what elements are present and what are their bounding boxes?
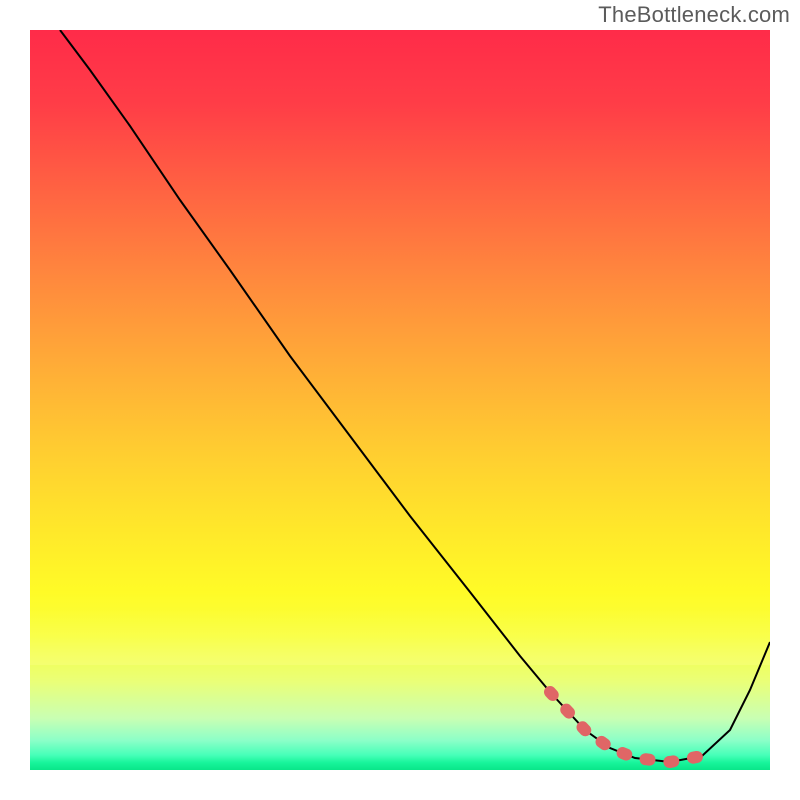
chart-svg (30, 30, 770, 770)
chart-plot-area (30, 30, 770, 770)
valley-highlight-path (550, 692, 702, 762)
watermark-text: TheBottleneck.com (598, 2, 790, 28)
bottleneck-curve-path (60, 30, 770, 762)
